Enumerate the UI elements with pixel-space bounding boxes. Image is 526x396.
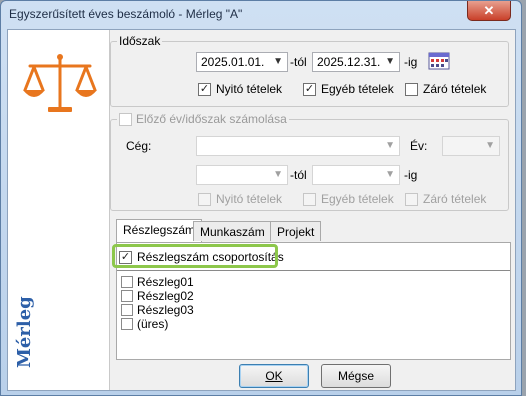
list-item-label: Részleg03 bbox=[137, 303, 194, 317]
period-opening-label: Nyitó tételek bbox=[216, 82, 283, 96]
previous-opening-label: Nyitó tételek bbox=[216, 192, 283, 206]
previous-opening-checkbox[interactable]: Nyitó tételek bbox=[198, 192, 282, 206]
checkbox-empty-icon bbox=[405, 192, 418, 206]
previous-period-legend-label: Előző év/időszak számolása bbox=[136, 112, 287, 126]
list-item-label: Részleg02 bbox=[137, 289, 194, 303]
chevron-down-icon: ▼ bbox=[385, 169, 395, 180]
previous-other-label: Egyéb tételek bbox=[321, 192, 394, 206]
previous-closing-label: Záró tételek bbox=[423, 192, 487, 206]
period-closing-label: Záró tételek bbox=[423, 82, 487, 96]
checkbox-empty-icon bbox=[121, 290, 133, 302]
checkbox-empty-icon bbox=[119, 112, 132, 126]
cancel-button[interactable]: Mégse bbox=[321, 364, 391, 388]
department-list: Részleg01 Részleg02 Részleg03 (üres) bbox=[117, 270, 510, 359]
checkbox-checked-icon: ✓ bbox=[198, 82, 211, 96]
balance-scale-icon bbox=[23, 54, 97, 112]
checkbox-checked-icon: ✓ bbox=[303, 82, 316, 96]
tab-department[interactable]: Részlegszám bbox=[116, 219, 203, 242]
title-bar[interactable]: Egyszerűsített éves beszámoló - Mérleg "… bbox=[1, 1, 521, 29]
close-button[interactable]: ✕ bbox=[467, 1, 511, 21]
checkbox-empty-icon bbox=[121, 304, 133, 316]
chevron-down-icon: ▼ bbox=[385, 56, 395, 67]
period-opening-checkbox[interactable]: ✓ Nyitó tételek bbox=[198, 82, 282, 96]
sidebar-label: Mérleg bbox=[14, 296, 35, 368]
period-from-date[interactable]: 2025.01.01. ▼ bbox=[196, 52, 288, 72]
period-other-checkbox[interactable]: ✓ Egyéb tételek bbox=[303, 82, 394, 96]
period-to-value: 2025.12.31. bbox=[317, 55, 381, 69]
year-label: Év: bbox=[410, 139, 428, 153]
list-item-label: Részleg01 bbox=[137, 275, 194, 289]
tab-job-number[interactable]: Munkaszám bbox=[193, 221, 272, 241]
list-item[interactable]: Részleg03 bbox=[121, 303, 194, 317]
period-from-value: 2025.01.01. bbox=[201, 55, 265, 69]
previous-from-select[interactable]: ▼ bbox=[196, 165, 288, 185]
cancel-button-label: Mégse bbox=[337, 369, 375, 383]
previous-closing-checkbox[interactable]: Záró tételek bbox=[405, 192, 486, 206]
period-other-label: Egyéb tételek bbox=[321, 82, 394, 96]
dialog-client-area: Mérleg Időszak 2025.01.01. ▼ -tól 2025.1… bbox=[7, 29, 516, 391]
checkbox-empty-icon bbox=[121, 318, 133, 330]
period-group: Időszak bbox=[110, 34, 509, 107]
list-item[interactable]: (üres) bbox=[121, 317, 168, 331]
checkbox-empty-icon bbox=[303, 192, 316, 206]
year-select[interactable]: ▼ bbox=[442, 136, 500, 156]
previous-to-suffix: -ig bbox=[404, 168, 418, 182]
list-item[interactable]: Részleg01 bbox=[121, 275, 194, 289]
dialog-window: Egyszerűsített éves beszámoló - Mérleg "… bbox=[0, 0, 522, 396]
period-to-suffix: -ig bbox=[404, 55, 418, 69]
highlight-frame bbox=[112, 244, 278, 268]
ok-button[interactable]: OK bbox=[239, 364, 309, 388]
chevron-down-icon: ▼ bbox=[273, 56, 283, 67]
chevron-down-icon: ▼ bbox=[273, 169, 283, 180]
checkbox-empty-icon bbox=[405, 82, 418, 96]
previous-other-checkbox[interactable]: Egyéb tételek bbox=[303, 192, 394, 206]
period-legend: Időszak bbox=[117, 34, 163, 48]
tab-project[interactable]: Projekt bbox=[270, 221, 322, 241]
company-select[interactable]: ▼ bbox=[196, 136, 400, 156]
sidebar: Mérleg bbox=[8, 30, 110, 390]
previous-to-select[interactable]: ▼ bbox=[312, 165, 400, 185]
window-title: Egyszerűsített éves beszámoló - Mérleg "… bbox=[9, 7, 243, 21]
chevron-down-icon: ▼ bbox=[385, 140, 395, 151]
period-closing-checkbox[interactable]: Záró tételek bbox=[405, 82, 486, 96]
period-from-suffix: -tól bbox=[290, 55, 307, 69]
list-item[interactable]: Részleg02 bbox=[121, 289, 194, 303]
calendar-icon[interactable] bbox=[428, 52, 450, 70]
checkbox-empty-icon bbox=[121, 276, 133, 288]
ok-button-label: OK bbox=[265, 369, 283, 383]
list-item-label: (üres) bbox=[137, 317, 169, 331]
company-label: Cég: bbox=[126, 139, 152, 153]
previous-from-suffix: -tól bbox=[290, 168, 307, 182]
checkbox-empty-icon bbox=[198, 192, 211, 206]
close-icon: ✕ bbox=[483, 2, 495, 18]
previous-period-legend[interactable]: Előző év/időszak számolása bbox=[117, 112, 289, 126]
period-to-date[interactable]: 2025.12.31. ▼ bbox=[312, 52, 400, 72]
chevron-down-icon: ▼ bbox=[485, 140, 495, 151]
